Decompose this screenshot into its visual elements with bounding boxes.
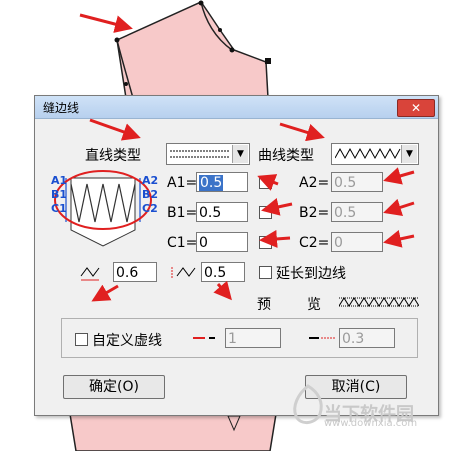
watermark-url: www.downxia.com (324, 418, 418, 429)
arrow-annotation (79, 13, 133, 33)
arrow-annotation (383, 198, 415, 216)
arrow-annotation (261, 198, 293, 216)
arrow-annotation (213, 280, 232, 301)
arrow-annotation (91, 284, 119, 302)
watermark-logo-icon (293, 384, 323, 424)
arrow-annotation (383, 167, 415, 185)
arrow-annotation (257, 174, 279, 191)
annotation-arrows (79, 13, 415, 302)
arrow-annotation (279, 122, 325, 142)
arrow-annotation (383, 230, 415, 248)
arrow-annotation (259, 229, 291, 248)
arrow-annotation (89, 118, 141, 141)
